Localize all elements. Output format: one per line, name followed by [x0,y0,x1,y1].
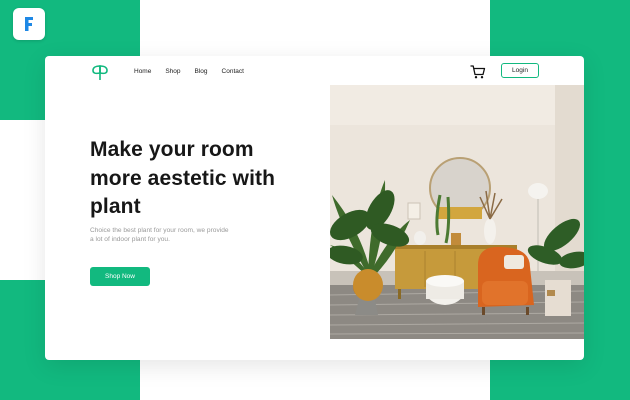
headline-line-1: Make your room [90,138,254,161]
hero-headline: Make your room more aestetic with plant [90,136,320,222]
nav-shop[interactable]: Shop [165,67,180,76]
leaf-logo-icon[interactable] [90,62,110,82]
headline-line-2: more aestetic with [90,166,276,190]
headline-line-3: plant [90,195,141,218]
login-button[interactable]: Login [501,63,539,78]
figma-f-icon [25,17,33,31]
hero-subtext: Choice the best plant for your room, we … [90,226,265,244]
nav-contact[interactable]: Contact [222,67,244,76]
nav-blog[interactable]: Blog [195,67,208,76]
figma-badge [13,8,45,40]
nav-home[interactable]: Home [134,67,151,76]
landing-page-card: Home Shop Blog Contact Login Make your r… [45,56,584,360]
main-nav: Home Shop Blog Contact [134,67,244,76]
shop-now-button[interactable]: Shop Now [90,267,150,286]
cart-icon[interactable] [470,64,486,80]
subtext-line-1: Choice the best plant for your room, we … [90,227,229,234]
living-room-with-plants-photo [330,85,584,339]
subtext-line-2: a lot of indoor plant for you. [90,236,170,243]
